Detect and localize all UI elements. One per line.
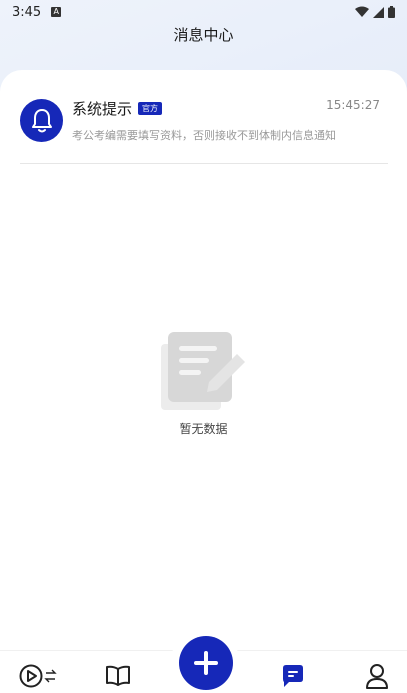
- play-switch-icon: [19, 664, 57, 688]
- status-time: 3:45: [12, 4, 42, 20]
- status-right: [355, 6, 395, 18]
- tab-profile[interactable]: [362, 661, 392, 691]
- signal-icon: [373, 6, 384, 18]
- add-button[interactable]: [179, 636, 233, 690]
- message-list-card: 系统提示 官方 15:45:27 考公考编需要填写资料，否则接收不到体制内信息通…: [0, 70, 407, 660]
- empty-state: 暂无数据: [0, 330, 407, 437]
- wifi-icon: [355, 6, 369, 17]
- message-title-row: 系统提示 官方: [72, 98, 163, 119]
- message-title: 系统提示: [72, 100, 133, 118]
- book-icon: [106, 665, 130, 686]
- document-edit-icon: [160, 332, 245, 410]
- bell-icon: [31, 108, 52, 132]
- official-badge: 官方: [138, 102, 163, 115]
- tab-home[interactable]: [18, 661, 60, 691]
- notification-icon: A: [51, 7, 62, 17]
- page-title: 消息中心: [173, 26, 234, 44]
- plus-icon: [194, 651, 218, 675]
- message-time: 15:45:27: [326, 98, 380, 112]
- status-bar: 3:45 A: [0, 0, 407, 24]
- battery-icon: [388, 6, 395, 18]
- user-icon: [366, 664, 388, 689]
- message-content: 考公考编需要填写资料，否则接收不到体制内信息通知: [72, 129, 336, 142]
- tab-study[interactable]: [103, 661, 133, 691]
- message-item[interactable]: 系统提示 官方 15:45:27 考公考编需要填写资料，否则接收不到体制内信息通…: [20, 94, 388, 164]
- status-left: 3:45 A: [12, 4, 62, 20]
- message-avatar: [20, 99, 63, 142]
- tab-messages[interactable]: [278, 661, 308, 691]
- message-icon: [283, 665, 303, 687]
- empty-text: 暂无数据: [179, 422, 228, 436]
